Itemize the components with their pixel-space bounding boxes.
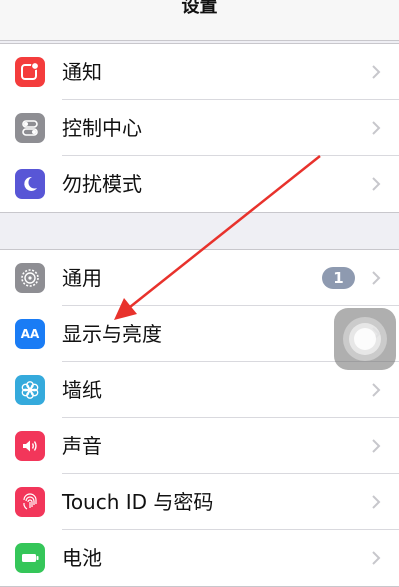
settings-item-label: 通知	[62, 60, 102, 84]
chevron-right-icon	[372, 65, 381, 79]
display-brightness-icon: AA	[15, 319, 45, 349]
settings-item-label: Touch ID 与密码	[62, 490, 214, 514]
settings-item-battery[interactable]: 电池	[0, 530, 399, 586]
settings-item-label: 显示与亮度	[62, 322, 162, 346]
notifications-icon	[15, 57, 45, 87]
settings-group-1: 通知 控制中心 勿扰模式	[0, 43, 399, 213]
settings-item-label: 声音	[62, 434, 102, 458]
gear-icon	[15, 263, 45, 293]
wallpaper-icon	[15, 375, 45, 405]
chevron-right-icon	[372, 551, 381, 565]
fingerprint-icon	[15, 487, 45, 517]
battery-icon	[15, 543, 45, 573]
speaker-icon	[15, 431, 45, 461]
settings-item-do-not-disturb[interactable]: 勿扰模式	[0, 156, 399, 212]
navigation-bar: 设置	[0, 0, 399, 41]
chevron-right-icon	[372, 495, 381, 509]
assistive-touch-button[interactable]	[334, 308, 396, 370]
settings-item-label: 通用	[62, 266, 102, 290]
moon-icon	[15, 169, 45, 199]
chevron-right-icon	[372, 383, 381, 397]
control-center-icon	[15, 113, 45, 143]
settings-item-general[interactable]: 通用 1	[0, 250, 399, 306]
settings-item-touch-id-passcode[interactable]: Touch ID 与密码	[0, 474, 399, 530]
chevron-right-icon	[372, 439, 381, 453]
notification-badge: 1	[322, 267, 355, 289]
page-title: 设置	[181, 0, 218, 17]
settings-item-sounds[interactable]: 声音	[0, 418, 399, 474]
settings-item-wallpaper[interactable]: 墙纸	[0, 362, 399, 418]
settings-item-label: 电池	[62, 546, 102, 570]
settings-item-control-center[interactable]: 控制中心	[0, 100, 399, 156]
settings-item-label: 墙纸	[62, 378, 102, 402]
chevron-right-icon	[372, 121, 381, 135]
settings-item-label: 勿扰模式	[62, 172, 142, 196]
settings-item-notifications[interactable]: 通知	[0, 44, 399, 100]
settings-item-label: 控制中心	[62, 116, 142, 140]
chevron-right-icon	[372, 271, 381, 285]
chevron-right-icon	[372, 177, 381, 191]
settings-group-2: 通用 1 AA 显示与亮度 墙纸 声音 Touch ID 与密码 电池	[0, 249, 399, 587]
